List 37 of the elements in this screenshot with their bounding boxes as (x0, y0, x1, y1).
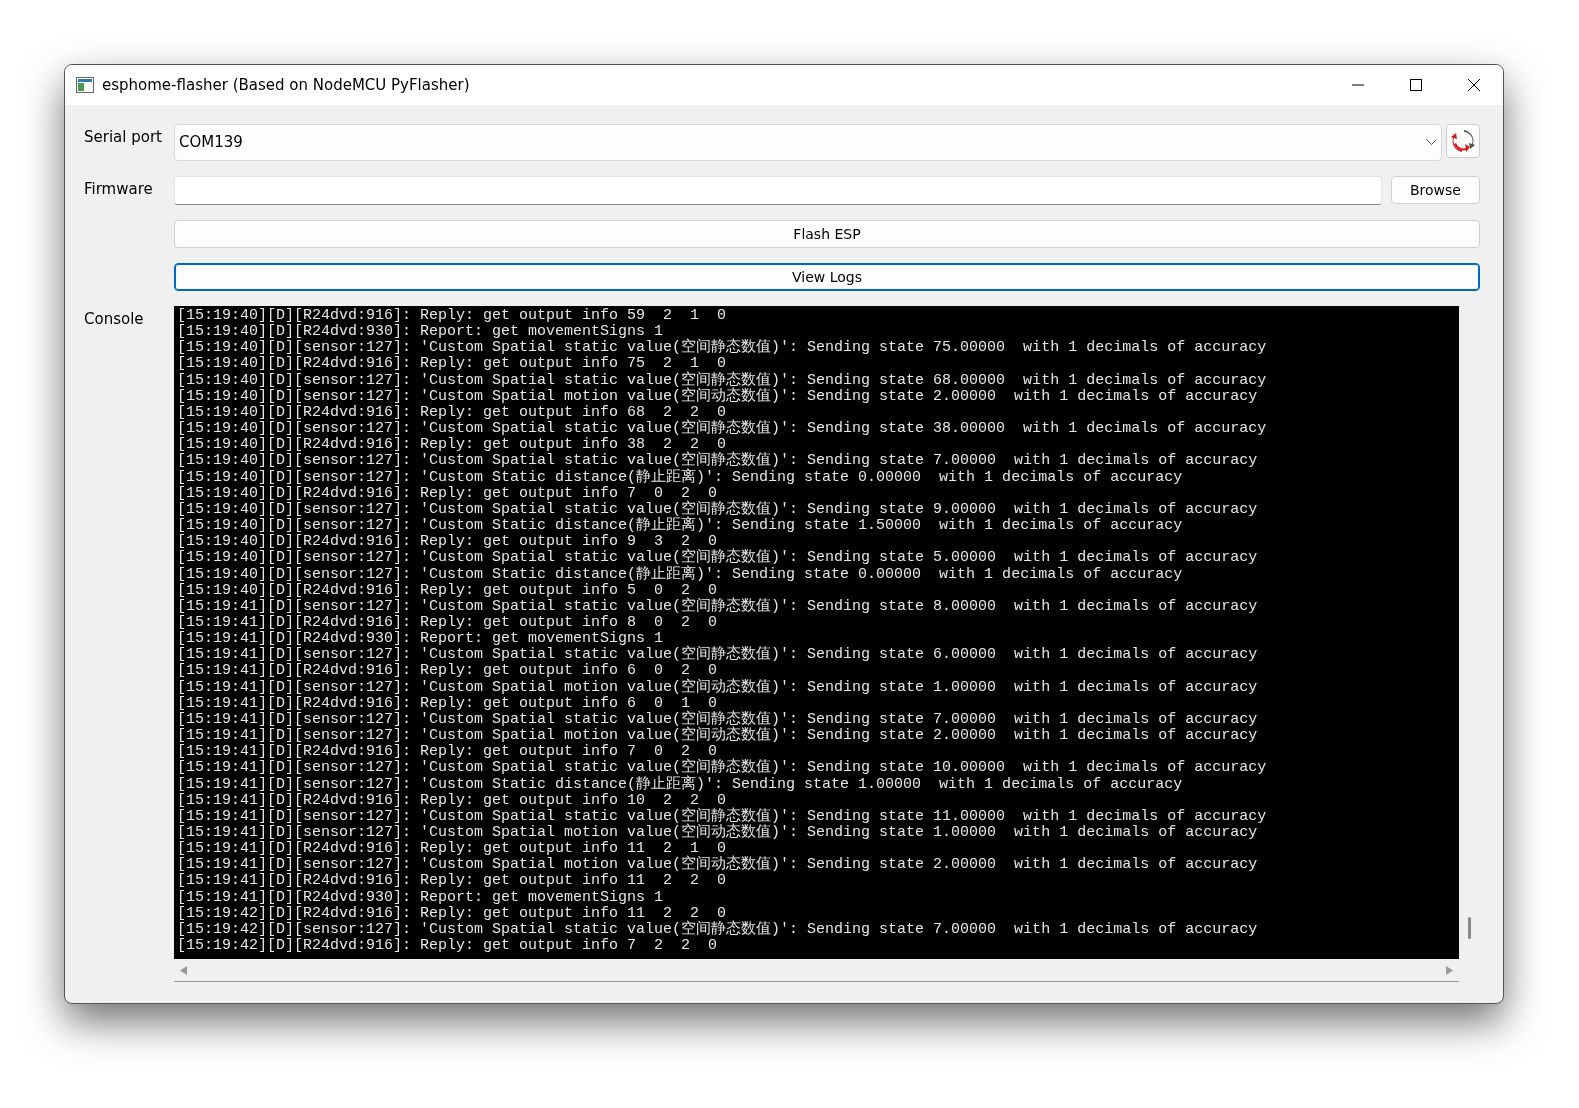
log-line: [15:19:41][D][sensor:127]: 'Custom Spatial static value(空间静态数值)': Sending state 8.00000 with 1 decimals of accuracy (177, 598, 1258, 615)
log-line: [15:19:40][D][sensor:127]: 'Custom Spatial static value(空间静态数值)': Sending state 38.00000 with 1 decimals of accuracy (177, 421, 1267, 438)
log-line: [15:19:41][D][sensor:127]: 'Custom Static distance(静止距离)': Sending state 1.00000 with 1 decimals of accuracy (177, 776, 1183, 793)
log-line: [15:19:40][D][sensor:127]: 'Custom Spatial static value(空间静态数值)': Sending state 75.00000 with 1 decimals of accuracy (177, 340, 1267, 357)
serial-port-label: Serial port (84, 127, 163, 148)
log-line: [15:19:40][D][sensor:127]: 'Custom Static distance(静止距离)': Sending state 0.00000 with 1 decimals of accuracy (177, 566, 1183, 583)
log-line: [15:19:40][D][R24dvd:916]: Reply: get output info 59 2 1 0 (177, 308, 727, 324)
log-line: [15:19:40][D][R24dvd:930]: Report: get movementSigns 1 (177, 324, 664, 341)
log-line: [15:19:41][D][sensor:127]: 'Custom Spatial motion value(空间动态数值)': Sending state 1.00000 with 1 decimals of accuracy (177, 825, 1258, 841)
chevron-down-icon (1426, 139, 1437, 146)
scroll-right-icon[interactable] (1446, 965, 1453, 975)
close-icon (1468, 79, 1480, 91)
action-button[interactable]: Flash ESP (174, 220, 1480, 248)
log-line: [15:19:41][D][sensor:127]: 'Custom Spatial motion value(空间动态数值)': Sending state 2.00000 with 1 decimals of accuracy (177, 728, 1258, 745)
log-line: [15:19:41][D][R24dvd:930]: Report: get movementSigns 1 (177, 631, 664, 648)
firmware-label: Firmware (84, 179, 154, 200)
browse-button[interactable]: Browse (1391, 176, 1480, 204)
log-line: [15:19:40][D][sensor:127]: 'Custom Static distance(静止距离)': Sending state 0.00000 with 1 decimals of accuracy (177, 469, 1183, 486)
console-label: Console (84, 309, 145, 330)
log-line: [15:19:40][D][sensor:127]: 'Custom Static distance(静止距离)': Sending state 1.50000 with 1 decimals of accuracy (177, 518, 1183, 535)
log-line: [15:19:41][D][R24dvd:916]: Reply: get output info 8 0 2 0 (177, 614, 718, 631)
scroll-left-icon[interactable] (180, 965, 187, 975)
log-line: [15:19:41][D][sensor:127]: 'Custom Spatial motion value(空间动态数值)': Sending state 2.00000 with 1 decimals of accuracy (177, 857, 1258, 874)
refresh-button[interactable] (1446, 124, 1480, 158)
log-line: [15:19:42][D][R24dvd:916]: Reply: get output info 7 2 2 0 (177, 938, 718, 955)
log-line: [15:19:42][D][sensor:127]: 'Custom Spatial static value(空间静态数值)': Sending state 7.00000 with 1 decimals of accuracy (177, 921, 1258, 938)
log-line: [15:19:41][D][sensor:127]: 'Custom Spatial static value(空间静态数值)': Sending state 6.00000 with 1 decimals of accuracy (177, 647, 1258, 664)
serial-port-dropdown[interactable]: COM139 (174, 124, 1442, 161)
log-line: [15:19:41][D][R24dvd:930]: Report: get movementSigns 1 (177, 889, 664, 906)
maximize-icon (1410, 79, 1422, 91)
window-title: esphome-flasher (Based on NodeMCU PyFlasher) (102, 74, 471, 96)
log-line: [15:19:41][D][R24dvd:916]: Reply: get output info 11 2 2 0 (177, 873, 727, 890)
action-button[interactable]: View Logs (174, 263, 1480, 291)
refresh-icon (1450, 129, 1476, 153)
log-line: [15:19:41][D][sensor:127]: 'Custom Spatial motion value(空间动态数值)': Sending state 1.00000 with 1 decimals of accuracy (177, 679, 1258, 696)
log-line: [15:19:40][D][sensor:127]: 'Custom Spatial motion value(空间动态数值)': Sending state 2.00000 with 1 decimals of accuracy (177, 388, 1258, 405)
app-icon (76, 77, 94, 93)
